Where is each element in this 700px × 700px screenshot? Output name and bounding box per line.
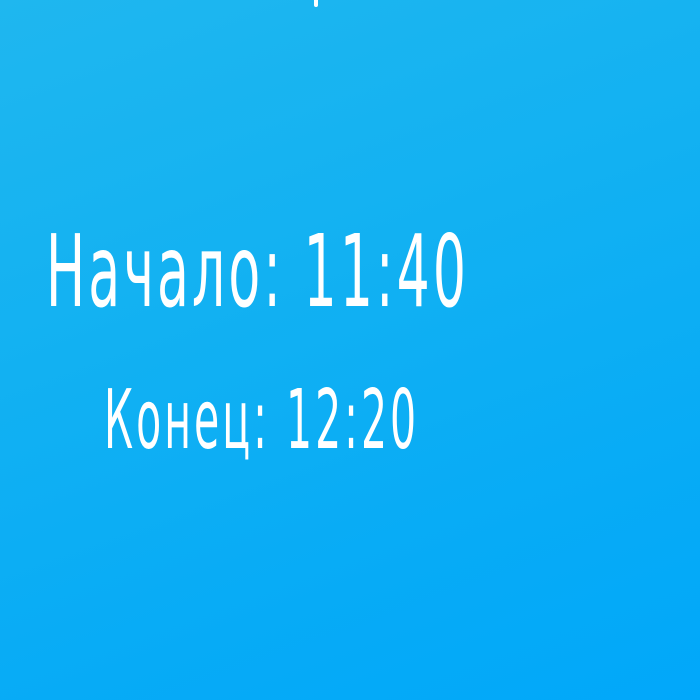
start-time-text: Начало: 11:40 — [46, 213, 470, 330]
top-edge-mark — [314, 0, 318, 7]
end-time-text: Конец: 12:20 — [104, 373, 420, 468]
announcement-card: Начало: 11:40 Конец: 12:20 — [0, 0, 700, 700]
